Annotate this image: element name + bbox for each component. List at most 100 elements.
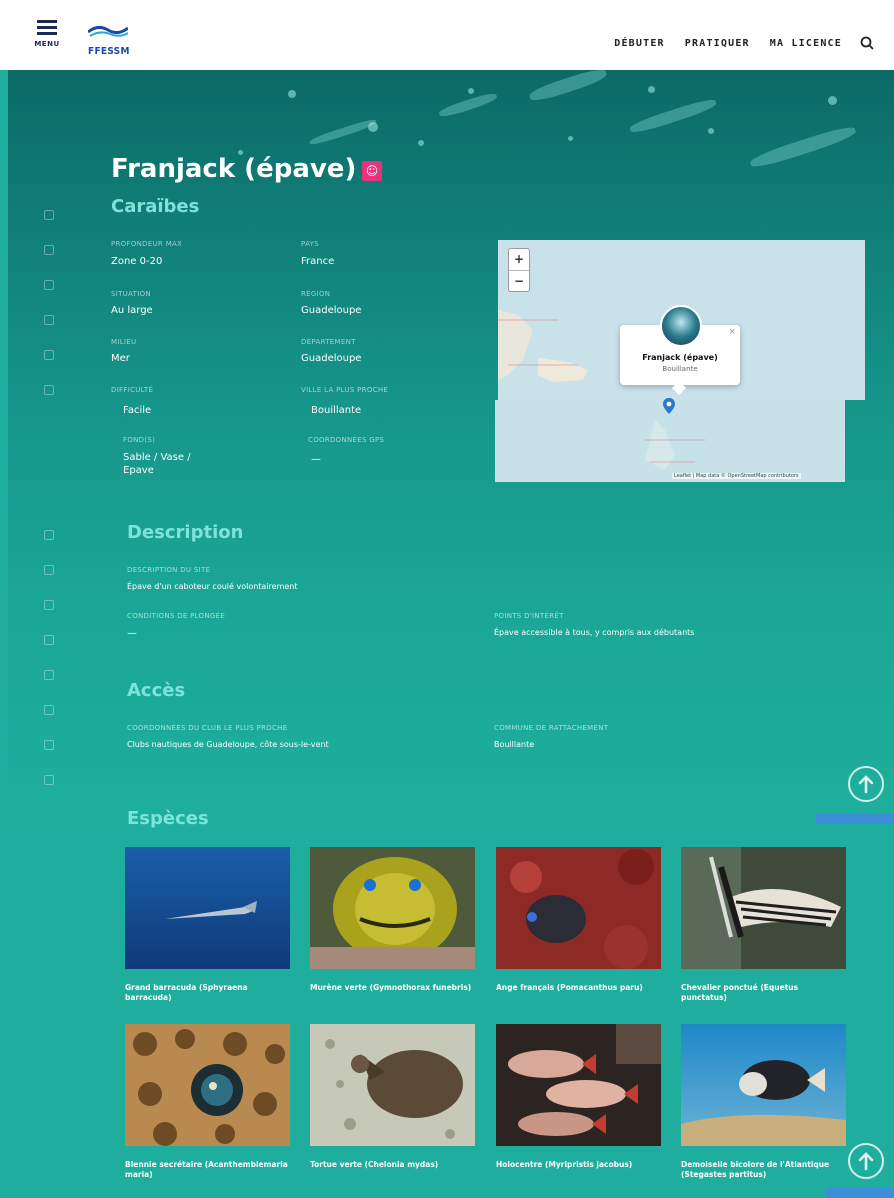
field-value: — xyxy=(311,454,321,465)
field-label: DÉPARTEMENT xyxy=(301,338,356,346)
share-icon[interactable] xyxy=(44,315,54,325)
share-icon[interactable] xyxy=(44,775,54,785)
section-heading-acces: Accès xyxy=(127,680,186,701)
share-icon[interactable] xyxy=(44,280,54,290)
social-share-rail xyxy=(44,210,58,420)
nav-pratiquer[interactable]: PRATIQUER xyxy=(685,38,750,49)
field-value: Sable / Vase / Epave xyxy=(123,452,191,476)
field-label: COORDONNÉES GPS xyxy=(308,436,385,444)
main-nav: DÉBUTER PRATIQUER MA LICENCE xyxy=(594,36,874,50)
field-value: Au large xyxy=(111,305,153,316)
species-card[interactable]: Ange français (Pomacanthus paru) xyxy=(496,847,661,993)
species-card[interactable]: Tortue verte (Chelonia mydas) xyxy=(310,1024,475,1170)
species-photo-soldierfish xyxy=(496,1024,661,1146)
scroll-to-top-button[interactable] xyxy=(848,1143,884,1179)
social-share-rail xyxy=(44,530,58,810)
species-card[interactable]: Blennie secrétaire (Acanthemblemaria mar… xyxy=(125,1024,290,1180)
field-label: PROFONDEUR MAX xyxy=(111,240,183,248)
species-card[interactable]: Murène verte (Gymnothorax funebris) xyxy=(310,847,475,993)
field-label: RÉGION xyxy=(301,290,331,298)
species-card[interactable]: Holocentre (Myripristis jacobus) xyxy=(496,1024,661,1170)
species-photo-damselfish xyxy=(681,1024,846,1146)
nav-ma-licence[interactable]: MA LICENCE xyxy=(770,38,842,49)
species-card[interactable]: Demoiselle bicolore de l'Atlantique (Ste… xyxy=(681,1024,846,1180)
map-attribution[interactable]: Leaflet | Map data © OpenStreetMap contr… xyxy=(672,473,801,479)
field-value: Bouillante xyxy=(311,405,362,416)
share-icon[interactable] xyxy=(44,350,54,360)
page-subtitle: Caraïbes xyxy=(111,196,200,217)
favorite-badge-icon[interactable]: ☺ xyxy=(362,161,382,181)
field-value: — xyxy=(127,628,137,639)
ffessm-logo[interactable]: FFESSM xyxy=(86,22,134,62)
species-card[interactable]: Grand barracuda (Sphyraena barracuda) xyxy=(125,847,290,1003)
zoom-in-button[interactable]: + xyxy=(509,249,529,270)
field-label: CONDITIONS DE PLONGÉE xyxy=(127,612,226,620)
bubble xyxy=(468,88,474,94)
menu-icon-bar xyxy=(37,26,57,29)
share-icon[interactable] xyxy=(44,705,54,715)
menu-button[interactable]: MENU xyxy=(34,20,60,56)
bubble xyxy=(568,136,573,141)
share-icon[interactable] xyxy=(44,670,54,680)
share-icon[interactable] xyxy=(44,245,54,255)
map-zoom-control: + − xyxy=(508,248,530,292)
popup-close-button[interactable]: × xyxy=(728,327,736,337)
logo-wave-icon xyxy=(88,25,128,37)
share-icon[interactable] xyxy=(44,385,54,395)
light-streak xyxy=(748,123,858,171)
field-value: Facile xyxy=(123,405,152,416)
field-label: DESCRIPTION DU SITE xyxy=(127,566,211,574)
field-value: Bouillante xyxy=(494,740,535,749)
light-streak xyxy=(308,117,378,147)
section-heading-description: Description xyxy=(127,522,244,543)
species-photo-angelfish xyxy=(496,847,661,969)
share-icon[interactable] xyxy=(44,600,54,610)
menu-icon-bar xyxy=(37,32,57,35)
status-chip xyxy=(816,814,894,824)
share-icon[interactable] xyxy=(44,565,54,575)
light-streak xyxy=(437,90,499,120)
species-name: Chevalier ponctué (Equetus punctatus) xyxy=(681,983,799,1002)
menu-label: MENU xyxy=(34,40,60,48)
arrow-up-icon xyxy=(858,1152,874,1171)
field-value: Zone 0-20 xyxy=(111,256,163,267)
share-icon[interactable] xyxy=(44,635,54,645)
field-label: SITUATION xyxy=(111,290,151,298)
species-card[interactable]: Chevalier ponctué (Equetus punctatus) xyxy=(681,847,846,1003)
field-label: VILLE LA PLUS PROCHE xyxy=(301,386,389,394)
field-label: FOND(S) xyxy=(123,436,156,444)
field-label: DIFFICULTÉ xyxy=(111,386,154,394)
share-icon[interactable] xyxy=(44,740,54,750)
species-photo-blenny xyxy=(125,1024,290,1146)
bubble xyxy=(648,86,655,93)
species-photo-barracuda xyxy=(125,847,290,969)
field-label: MILIEU xyxy=(111,338,137,346)
nav-debuter[interactable]: DÉBUTER xyxy=(614,38,665,49)
species-name: Blennie secrétaire (Acanthemblemaria mar… xyxy=(125,1160,288,1179)
menu-icon-bar xyxy=(37,20,57,23)
section-heading-especes: Espèces xyxy=(127,808,209,829)
scroll-to-top-button[interactable] xyxy=(848,766,884,802)
field-label: COMMUNE DE RATTACHEMENT xyxy=(494,724,609,732)
share-icon[interactable] xyxy=(44,530,54,540)
search-icon[interactable] xyxy=(860,36,874,50)
bubble xyxy=(288,90,296,98)
field-value: Mer xyxy=(111,353,130,364)
field-value: Clubs nautiques de Guadeloupe, côte sous… xyxy=(127,740,329,749)
popup-subtitle: Bouillante xyxy=(662,365,698,373)
species-name: Murène verte (Gymnothorax funebris) xyxy=(310,983,472,992)
field-value: Guadeloupe xyxy=(301,353,362,364)
map-marker-icon[interactable] xyxy=(663,398,675,414)
light-streak xyxy=(628,96,718,136)
status-chip xyxy=(826,1188,894,1198)
share-icon[interactable] xyxy=(44,210,54,220)
field-value: France xyxy=(301,256,335,267)
site-thumbnail xyxy=(660,305,702,347)
zoom-out-button[interactable]: − xyxy=(509,270,529,291)
species-name: Holocentre (Myripristis jacobus) xyxy=(496,1160,633,1169)
popup-title[interactable]: Franjack (épave) xyxy=(620,353,740,362)
species-photo-turtle xyxy=(310,1024,475,1146)
field-label: PAYS xyxy=(301,240,319,248)
field-value: Guadeloupe xyxy=(301,305,362,316)
page-title: Franjack (épave) xyxy=(111,154,357,184)
